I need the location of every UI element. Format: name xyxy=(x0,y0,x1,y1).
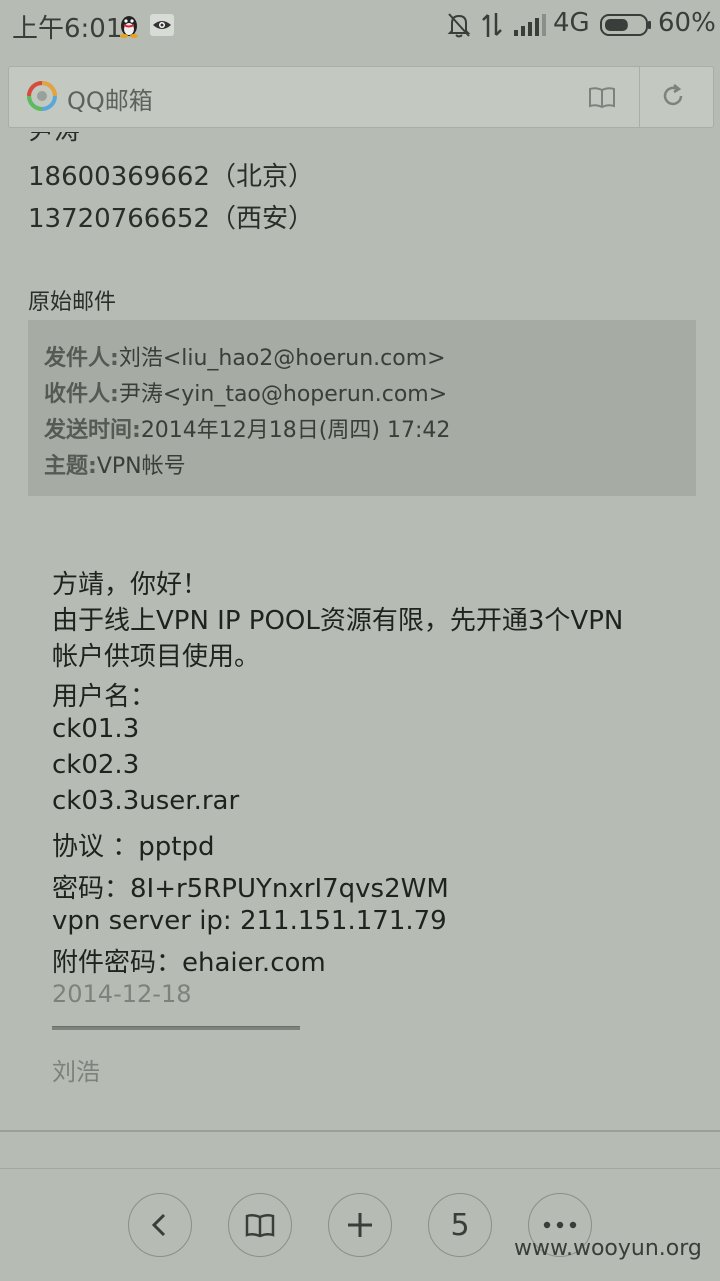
subject-value: VPN帐号 xyxy=(96,454,186,479)
time-key: 发送时间: xyxy=(44,418,141,443)
page-title: QQ邮箱 xyxy=(67,87,153,115)
original-email-header: 发件人:刘浩<liu_hao2@hoerun.com> 收件人:尹涛<yin_t… xyxy=(28,320,696,496)
header-from: 发件人:刘浩<liu_hao2@hoerun.com> xyxy=(44,340,446,372)
back-arrow-icon xyxy=(151,1213,166,1237)
subject-key: 主题: xyxy=(44,454,97,479)
status-bar: 上午6:01 4G 60% xyxy=(0,0,720,52)
reload-icon[interactable] xyxy=(659,82,687,110)
body-line: 附件密码：ehaier.com xyxy=(52,948,326,978)
body-line: 方靖，你好！ xyxy=(52,570,209,600)
watermark: www.wooyun.org xyxy=(514,1236,702,1261)
body-line: vpn server ip: 211.151.171.79 xyxy=(52,906,447,936)
back-button[interactable] xyxy=(128,1193,192,1257)
body-line: 用户名： xyxy=(52,682,157,712)
to-key: 收件人: xyxy=(44,382,119,407)
data-arrows-icon xyxy=(482,13,502,37)
phone-xian[interactable]: 13720766652（西安） xyxy=(28,198,314,235)
body-line: 由于线上VPN IP POOL资源有限，先开通3个VPN xyxy=(52,606,624,636)
from-key: 发件人: xyxy=(44,346,119,371)
original-email-label: 原始邮件 xyxy=(28,290,117,315)
phone-beijing[interactable]: 18600369662（北京） xyxy=(28,156,314,193)
header-to: 收件人:尹涛<yin_tao@hoperun.com> xyxy=(44,376,447,408)
eye-app-icon xyxy=(150,14,174,36)
clipped-signature-name: 尹涛 xyxy=(28,132,80,147)
content-divider xyxy=(0,1130,720,1132)
tab-count: 5 xyxy=(450,1207,470,1243)
book-icon xyxy=(245,1213,275,1238)
battery-icon xyxy=(600,14,651,36)
mute-bell-icon xyxy=(447,13,471,38)
body-line: ck02.3 xyxy=(52,750,140,780)
signature-divider xyxy=(52,1026,300,1030)
body-line: 协议 ：pptpd xyxy=(52,832,215,862)
from-value: 刘浩<liu_hao2@hoerun.com> xyxy=(118,346,446,371)
address-bar[interactable]: QQ邮箱 xyxy=(8,66,714,128)
body-line: 帐户供项目使用。 xyxy=(52,642,261,672)
qqmail-logo-icon xyxy=(27,81,57,111)
signature-name: 刘浩 xyxy=(52,1058,100,1086)
plus-icon xyxy=(348,1213,372,1237)
header-subject: 主题:VPN帐号 xyxy=(44,448,186,480)
body-line: ck03.3user.rar xyxy=(52,786,240,816)
status-time: 上午6:01 xyxy=(12,14,123,44)
header-time: 发送时间:2014年12月18日(周四) 17:42 xyxy=(44,412,450,444)
qq-penguin-icon xyxy=(120,16,138,38)
reader-mode-icon[interactable] xyxy=(587,82,617,112)
sign-date: 2014-12-18 xyxy=(52,980,192,1008)
tabs-button[interactable]: 5 xyxy=(428,1193,492,1257)
time-value: 2014年12月18日(周四) 17:42 xyxy=(140,418,451,443)
new-tab-button[interactable] xyxy=(328,1193,392,1257)
network-type: 4G xyxy=(553,8,590,38)
bookmarks-button[interactable] xyxy=(228,1193,292,1257)
body-line: 密码：8I+r5RPUYnxrI7qvs2WM xyxy=(52,874,449,904)
signal-icon xyxy=(514,14,546,36)
body-line: ck01.3 xyxy=(52,714,140,744)
email-view[interactable]: 尹涛 18600369662（北京） 13720766652（西安） 原始邮件 … xyxy=(0,132,720,1130)
battery-percent: 60% xyxy=(658,8,716,38)
more-dots-icon xyxy=(543,1221,577,1229)
address-bar-divider xyxy=(639,67,640,127)
to-value: 尹涛<yin_tao@hoperun.com> xyxy=(118,382,448,407)
bottom-toolbar: 5 xyxy=(0,1168,720,1281)
